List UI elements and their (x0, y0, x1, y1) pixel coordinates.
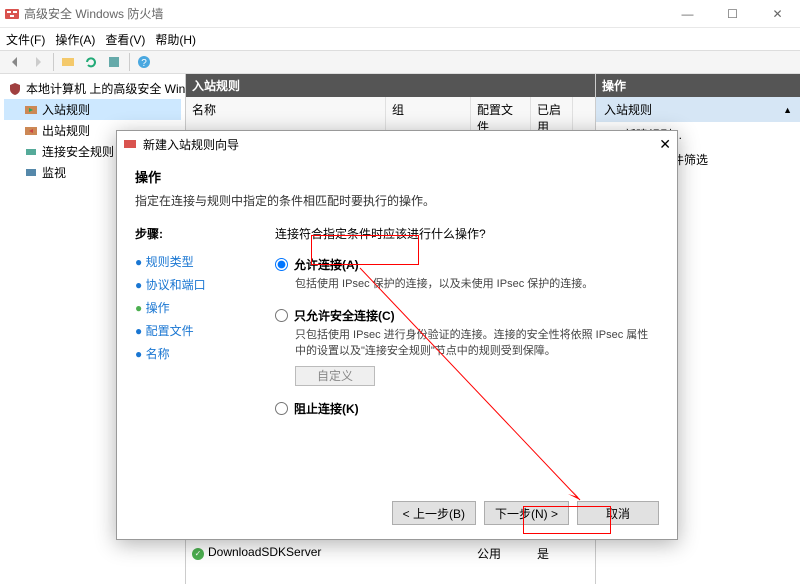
dialog-title: 新建入站规则向导 (143, 136, 239, 153)
wizard-steps: 步骤: 规则类型 协议和端口 操作 配置文件 名称 (135, 225, 275, 431)
menu-help[interactable]: 帮助(H) (155, 31, 196, 48)
window-title: 高级安全 Windows 防火墙 (24, 5, 665, 22)
step-protocol[interactable]: 协议和端口 (135, 273, 275, 296)
check-icon: ✓ (192, 548, 204, 560)
tree-inbound[interactable]: 入站规则 (4, 99, 181, 120)
menu-file[interactable]: 文件(F) (6, 31, 45, 48)
steps-header: 步骤: (135, 225, 275, 242)
connsec-icon (24, 145, 38, 159)
tree-root[interactable]: 本地计算机 上的高级安全 Win (4, 78, 181, 99)
actions-section: 入站规则▲ (596, 97, 800, 122)
dialog-close-icon[interactable]: ✕ (659, 136, 671, 153)
dialog-heading: 操作 (135, 167, 659, 186)
menu-action[interactable]: 操作(A) (55, 31, 95, 48)
back-icon[interactable] (4, 52, 26, 72)
option-allow-desc: 包括使用 IPsec 保护的连接，以及未使用 IPsec 保护的连接。 (295, 276, 659, 293)
forward-icon[interactable] (27, 52, 49, 72)
refresh-icon[interactable] (80, 52, 102, 72)
outbound-icon (24, 124, 38, 138)
back-button[interactable]: < 上一步(B) (392, 501, 476, 525)
minimize-button[interactable]: ― (665, 0, 710, 28)
cancel-button[interactable]: 取消 (577, 501, 659, 525)
option-secure: 只允许安全连接(C) 只包括使用 IPsec 进行身份验证的连接。连接的安全性将… (275, 307, 659, 386)
next-button[interactable]: 下一步(N) > (484, 501, 569, 525)
radio-block[interactable]: 阻止连接(K) (275, 400, 659, 417)
radio-secure[interactable]: 只允许安全连接(C) (275, 307, 659, 324)
dialog-titlebar: 新建入站规则向导 ✕ (117, 131, 677, 157)
table-row-bottom: ✓DownloadSDKServer 公用 是 (186, 542, 580, 565)
help-icon[interactable]: ? (133, 52, 155, 72)
dialog-footer: < 上一步(B) 下一步(N) > 取消 (392, 501, 659, 525)
table-row[interactable]: ✓DownloadSDKServer 公用 是 (186, 542, 580, 565)
option-block: 阻止连接(K) (275, 400, 659, 417)
wizard-content: 连接符合指定条件时应该进行什么操作? 允许连接(A) 包括使用 IPsec 保护… (275, 225, 659, 431)
menu-view[interactable]: 查看(V) (105, 31, 145, 48)
list-header: 入站规则 (186, 74, 595, 97)
step-action[interactable]: 操作 (135, 296, 275, 319)
svg-text:?: ? (141, 58, 147, 69)
close-button[interactable]: ✕ (755, 0, 800, 28)
actions-header: 操作 (596, 74, 800, 97)
maximize-button[interactable]: ☐ (710, 0, 755, 28)
menubar: 文件(F) 操作(A) 查看(V) 帮助(H) (0, 28, 800, 50)
wizard-dialog: 新建入站规则向导 ✕ 操作 指定在连接与规则中指定的条件相匹配时要执行的操作。 … (116, 130, 678, 540)
step-name[interactable]: 名称 (135, 342, 275, 365)
toolbar: ? (0, 50, 800, 74)
folder-icon[interactable] (57, 52, 79, 72)
customize-button: 自定义 (295, 366, 375, 386)
option-secure-desc: 只包括使用 IPsec 进行身份验证的连接。连接的安全性将依照 IPsec 属性… (295, 327, 659, 360)
list-icon[interactable] (103, 52, 125, 72)
titlebar: 高级安全 Windows 防火墙 ― ☐ ✕ (0, 0, 800, 28)
content-prompt: 连接符合指定条件时应该进行什么操作? (275, 225, 659, 242)
firewall-icon (123, 137, 137, 151)
inbound-icon (24, 103, 38, 117)
step-profile[interactable]: 配置文件 (135, 319, 275, 342)
monitor-icon (24, 166, 38, 180)
shield-icon (8, 82, 22, 96)
step-rule-type[interactable]: 规则类型 (135, 250, 275, 273)
dialog-subtitle: 指定在连接与规则中指定的条件相匹配时要执行的操作。 (135, 192, 659, 209)
radio-allow[interactable]: 允许连接(A) (275, 256, 659, 273)
option-allow: 允许连接(A) 包括使用 IPsec 保护的连接，以及未使用 IPsec 保护的… (275, 256, 659, 293)
firewall-icon (4, 6, 20, 22)
